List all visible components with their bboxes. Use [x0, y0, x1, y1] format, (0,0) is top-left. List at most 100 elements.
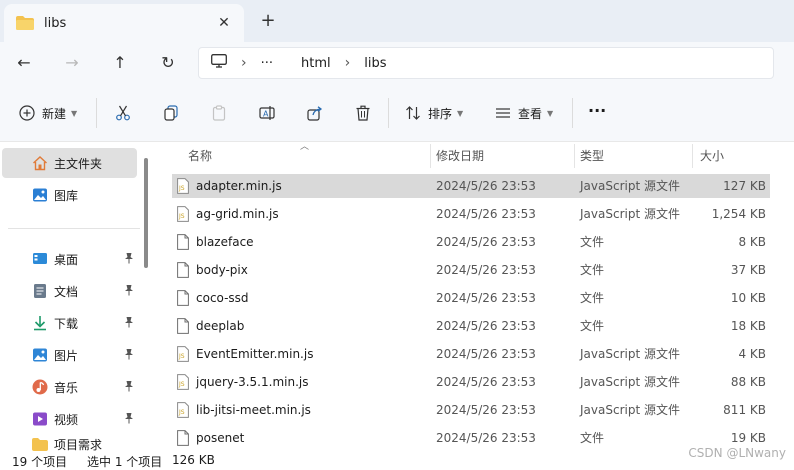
home-icon	[32, 155, 48, 171]
sidebar-item-home[interactable]: 主文件夹	[2, 148, 137, 178]
column-header-type[interactable]: 类型	[580, 142, 604, 168]
file-date: 2024/5/26 23:53	[436, 291, 536, 305]
pin-icon[interactable]	[124, 348, 134, 363]
file-icon	[177, 430, 189, 446]
chevron-down-icon: ▼	[457, 108, 464, 118]
file-name: EventEmitter.min.js	[196, 347, 314, 361]
file-type: 文件	[580, 235, 605, 249]
sidebar-item-label: 桌面	[54, 252, 79, 267]
paste-button[interactable]	[210, 102, 228, 124]
up-button[interactable]: ↑	[106, 50, 134, 76]
tab-libs[interactable]: libs ✕	[4, 4, 244, 42]
column-divider[interactable]	[692, 144, 693, 168]
more-options-button[interactable]: ···	[588, 99, 606, 121]
file-row[interactable]: JS ag-grid.min.js 2024/5/26 23:53 JavaScrip…	[172, 202, 770, 226]
scissors-icon	[114, 104, 132, 122]
file-row[interactable]: JS jquery-3.5.1.min.js 2024/5/26 23:53 Java…	[172, 370, 770, 394]
copy-button[interactable]	[162, 102, 180, 124]
sidebar-item-label: 音乐	[54, 380, 79, 395]
sidebar-scrollbar[interactable]	[144, 158, 148, 268]
column-header-name[interactable]: 名称	[188, 142, 212, 168]
sidebar-item-pictures[interactable]: 图片	[0, 340, 140, 370]
share-button[interactable]	[306, 102, 324, 124]
pin-icon[interactable]	[124, 412, 134, 427]
sort-button[interactable]: 排序 ▼	[404, 102, 463, 124]
new-button-label: 新建	[42, 106, 67, 121]
file-size: 811 KB	[723, 403, 766, 417]
trash-icon	[354, 104, 372, 122]
file-size: 37 KB	[730, 263, 766, 277]
share-icon	[306, 104, 324, 122]
sidebar-item-videos[interactable]: 视频	[0, 404, 140, 434]
sidebar-item-label: 下载	[54, 316, 79, 331]
command-bar: 新建 ▼ A 排序 ▼ 查看 ▼ ···	[0, 84, 794, 142]
file-row[interactable]: posenet 2024/5/26 23:53 文件 19 KB	[172, 426, 770, 450]
delete-button[interactable]	[354, 102, 372, 124]
file-name: body-pix	[196, 263, 248, 277]
file-date: 2024/5/26 23:53	[436, 179, 536, 193]
sidebar-item-downloads[interactable]: 下载	[0, 308, 140, 338]
gallery-icon	[32, 187, 48, 203]
sidebar-item-documents[interactable]: 文档	[0, 276, 140, 306]
pin-icon[interactable]	[124, 316, 134, 331]
svg-text:JS: JS	[178, 185, 185, 192]
breadcrumb-libs[interactable]: libs	[364, 56, 386, 71]
sidebar-item-project[interactable]: 项目需求	[0, 436, 102, 452]
sidebar-item-music[interactable]: 音乐	[0, 372, 140, 402]
back-button[interactable]: ←	[10, 50, 38, 76]
navigation-pane: 主文件夹 图库 桌面 文档 下载 图片 音乐 视频 项目需求	[0, 142, 152, 452]
file-size: 8 KB	[738, 235, 766, 249]
item-count: 19 个项目	[12, 455, 68, 469]
documents-icon	[32, 283, 48, 299]
computer-icon[interactable]	[211, 54, 227, 72]
file-name: coco-ssd	[196, 291, 249, 305]
sidebar-item-desktop[interactable]: 桌面	[0, 244, 140, 274]
file-type: JavaScript 源文件	[580, 179, 680, 193]
file-date: 2024/5/26 23:53	[436, 207, 536, 221]
desktop-icon	[32, 251, 48, 267]
refresh-button[interactable]: ↻	[154, 50, 182, 76]
folder-icon	[32, 436, 48, 452]
file-row[interactable]: body-pix 2024/5/26 23:53 文件 37 KB	[172, 258, 770, 282]
chevron-down-icon: ▼	[547, 108, 554, 118]
file-row[interactable]: JS lib-jitsi-meet.min.js 2024/5/26 23:53 Ja…	[172, 398, 770, 422]
file-row[interactable]: blazeface 2024/5/26 23:53 文件 8 KB	[172, 230, 770, 254]
file-row[interactable]: coco-ssd 2024/5/26 23:53 文件 10 KB	[172, 286, 770, 310]
new-button[interactable]: 新建 ▼	[18, 102, 77, 124]
column-divider[interactable]	[574, 144, 575, 168]
divider	[388, 98, 389, 128]
column-divider[interactable]	[430, 144, 431, 168]
file-row[interactable]: deeplab 2024/5/26 23:53 文件 18 KB	[172, 314, 770, 338]
forward-button[interactable]: →	[58, 50, 86, 76]
column-header-date[interactable]: 修改日期	[436, 142, 484, 168]
address-bar[interactable]: › ··· html › libs	[198, 47, 774, 79]
column-header-size[interactable]: 大小	[700, 142, 724, 168]
file-type: JavaScript 源文件	[580, 375, 680, 389]
new-tab-button[interactable]: +	[256, 9, 280, 33]
pin-icon[interactable]	[124, 252, 134, 267]
file-size: 10 KB	[730, 291, 766, 305]
selection-count: 选中 1 个项目	[87, 455, 163, 469]
sidebar-item-label: 视频	[54, 412, 79, 427]
view-button[interactable]: 查看 ▼	[494, 102, 553, 124]
file-date: 2024/5/26 23:53	[436, 347, 536, 361]
sidebar-item-gallery[interactable]: 图库	[0, 180, 78, 210]
file-date: 2024/5/26 23:53	[436, 375, 536, 389]
rename-button[interactable]: A	[258, 102, 276, 124]
file-icon	[177, 262, 189, 278]
breadcrumb-more[interactable]: ···	[261, 56, 273, 71]
pin-icon[interactable]	[124, 380, 134, 395]
file-row[interactable]: JS EventEmitter.min.js 2024/5/26 23:53 Java…	[172, 342, 770, 366]
svg-text:A: A	[263, 110, 269, 119]
file-date: 2024/5/26 23:53	[436, 319, 536, 333]
view-list-icon	[494, 104, 512, 122]
file-size: 127 KB	[723, 179, 766, 193]
breadcrumb-html[interactable]: html	[301, 56, 331, 71]
sort-button-label: 排序	[428, 106, 453, 121]
file-row[interactable]: JS adapter.min.js 2024/5/26 23:53 JavaScrip…	[172, 174, 770, 198]
js-file-icon: JS	[177, 206, 189, 222]
pin-icon[interactable]	[124, 284, 134, 299]
cut-button[interactable]	[114, 102, 132, 124]
status-bar: 19 个项目 选中 1 个项目 126 KB	[0, 452, 794, 470]
close-tab-icon[interactable]: ✕	[210, 15, 238, 31]
